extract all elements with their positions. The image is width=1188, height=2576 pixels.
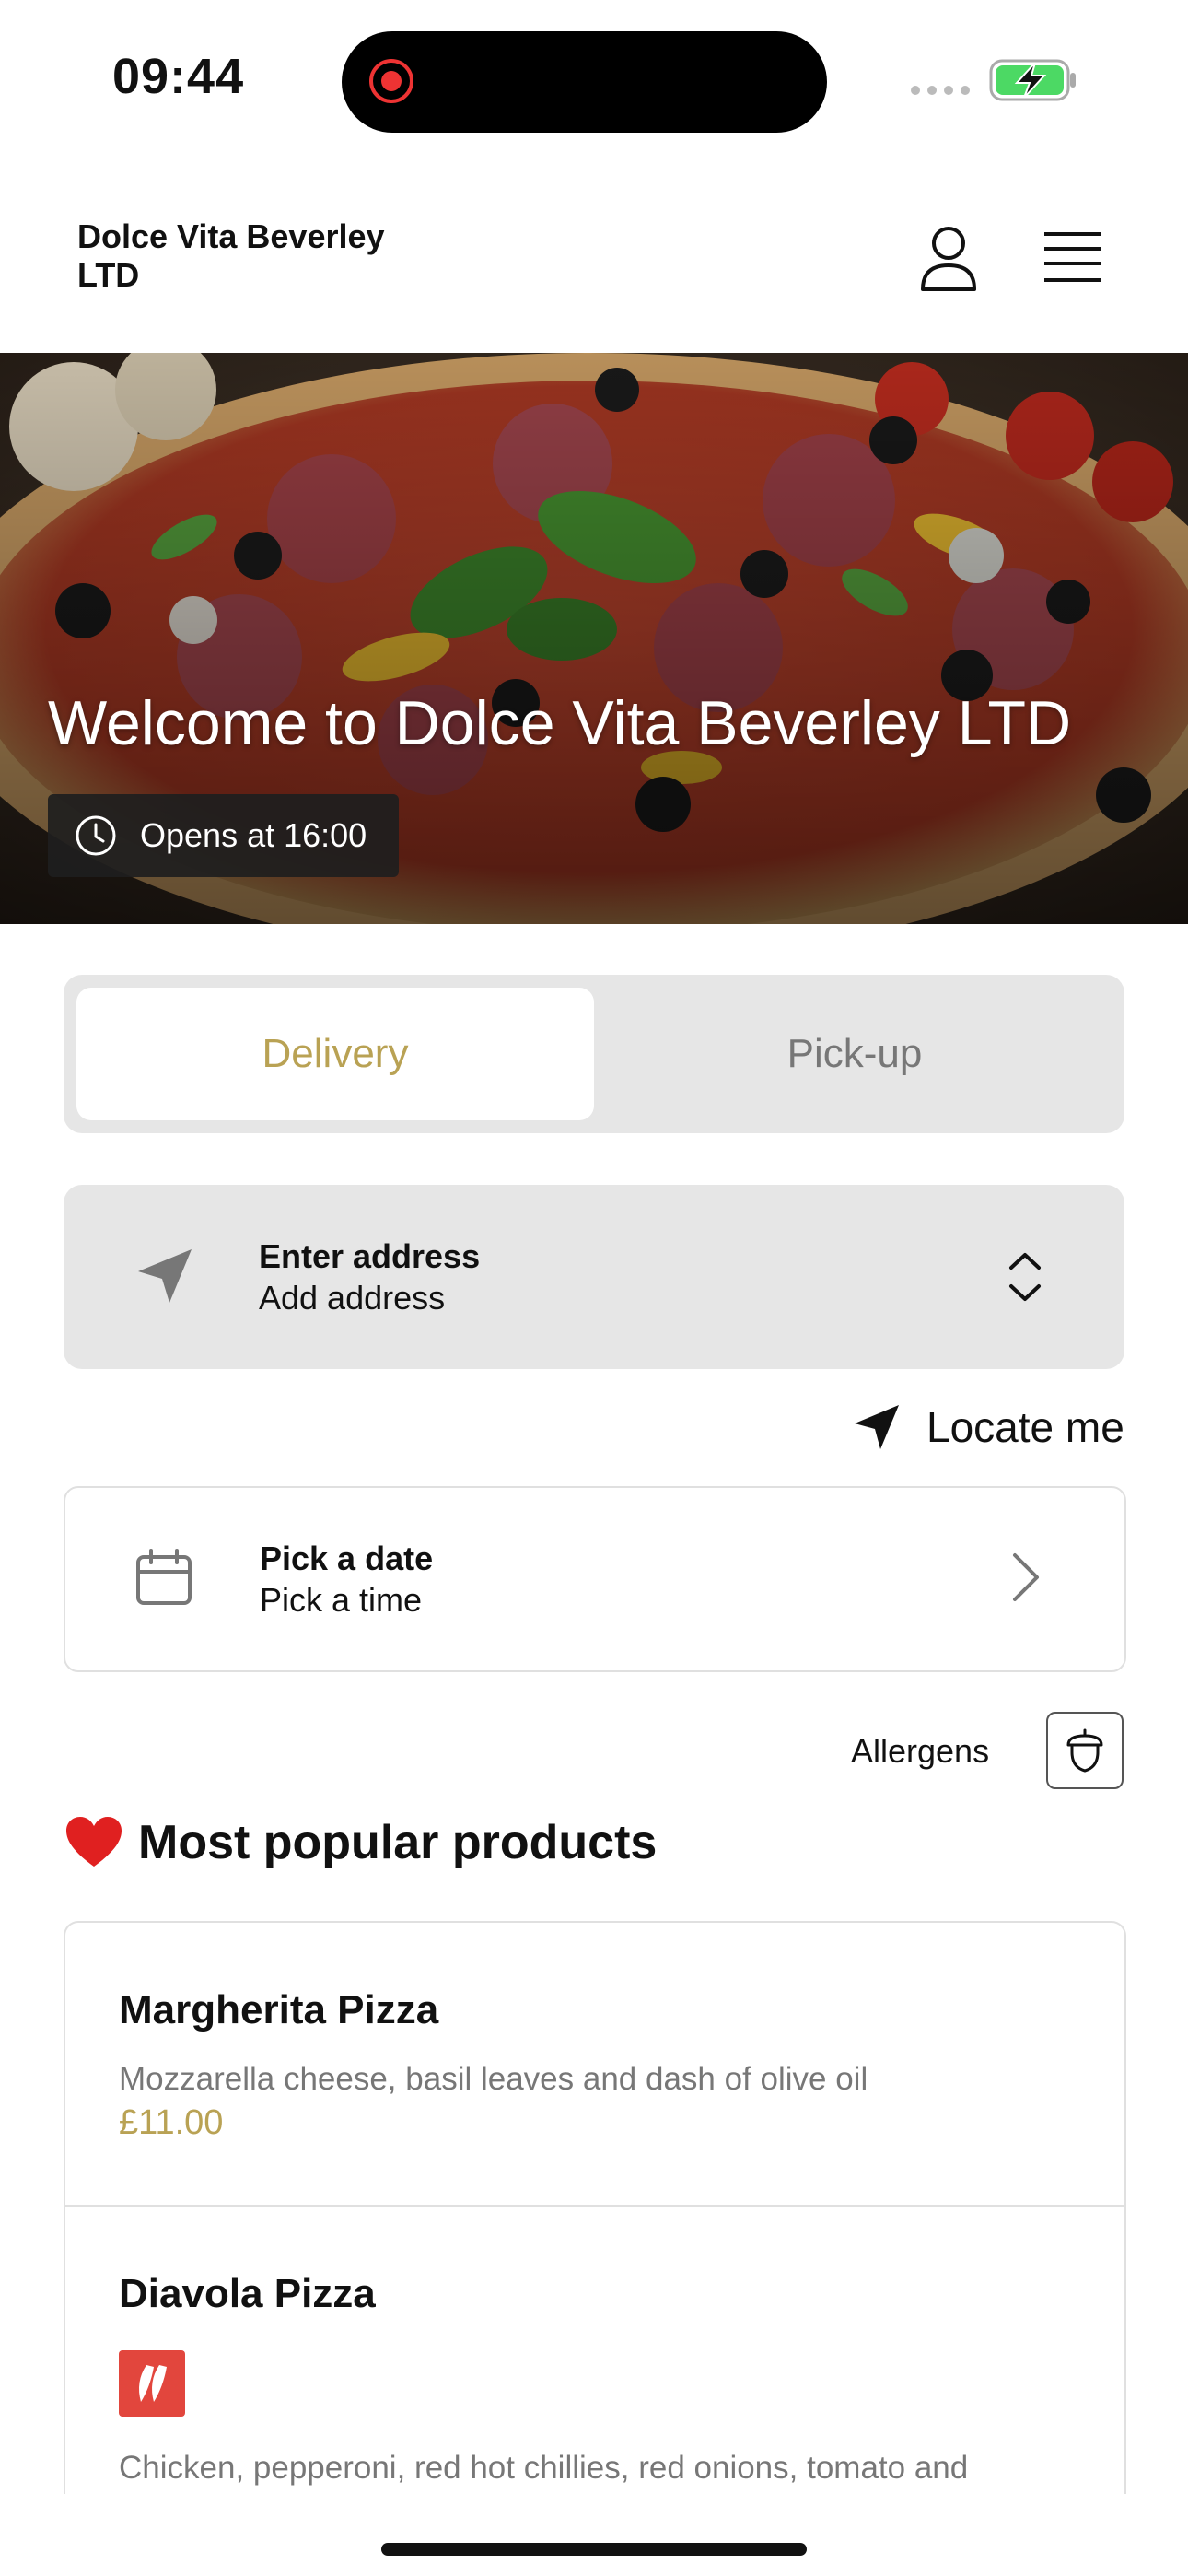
signal-icon (911, 86, 970, 95)
tab-pickup[interactable]: Pick-up (599, 988, 1111, 1120)
product-description: Mozzarella cheese, basil leaves and dash… (119, 2061, 868, 2097)
spicy-badge (119, 2350, 185, 2417)
product-description: Chicken, pepperoni, red hot chillies, re… (119, 2450, 969, 2486)
menu-icon[interactable] (1041, 228, 1105, 287)
allergens-button[interactable] (1046, 1712, 1124, 1789)
clock-icon (76, 815, 116, 856)
battery-charging-icon (989, 59, 1076, 101)
date-time-picker[interactable] (64, 1486, 1126, 1672)
acorn-icon (1066, 1728, 1103, 1773)
hero-title: Welcome to Dolce Vita Beverley LTD (48, 688, 1072, 758)
address-selector[interactable] (64, 1185, 1124, 1369)
tab-delivery[interactable]: Delivery (76, 988, 594, 1120)
address-title: Enter address (259, 1237, 481, 1275)
status-time: 09:44 (112, 49, 245, 104)
popular-products-title: Most popular products (138, 1816, 658, 1869)
allergens-label: Allergens (851, 1732, 990, 1770)
recording-indicator-icon (369, 59, 413, 103)
restaurant-name[interactable]: Dolce Vita Beverley LTD (77, 217, 446, 295)
product-name: Diavola Pizza (119, 2271, 376, 2316)
calendar-icon (136, 1549, 192, 1605)
location-arrow-icon (138, 1249, 192, 1303)
address-subtitle: Add address (259, 1279, 446, 1317)
chevron-right-icon (1013, 1553, 1039, 1601)
product-name: Margherita Pizza (119, 1987, 439, 2032)
product-card[interactable]: Margherita Pizza Mozzarella cheese, basi… (65, 1923, 1124, 2207)
locate-me-button[interactable]: Locate me (926, 1402, 1124, 1452)
time-subtitle: Pick a time (260, 1581, 423, 1619)
home-indicator[interactable] (381, 2543, 807, 2556)
product-card[interactable]: Diavola Pizza Chicken, pepperoni, red ho… (65, 2207, 1124, 2494)
product-price: £11.00 (119, 2103, 224, 2142)
product-list: Margherita Pizza Mozzarella cheese, basi… (64, 1921, 1126, 2494)
heart-icon (66, 1817, 122, 1867)
chili-icon (139, 2365, 167, 2402)
account-icon[interactable] (912, 221, 985, 295)
date-title: Pick a date (260, 1540, 434, 1577)
opening-hours-badge: Opens at 16:00 (48, 794, 399, 877)
chevron-up-down-icon (1009, 1253, 1041, 1301)
opening-hours-text: Opens at 16:00 (140, 816, 367, 854)
locate-me-icon[interactable] (851, 1401, 903, 1453)
